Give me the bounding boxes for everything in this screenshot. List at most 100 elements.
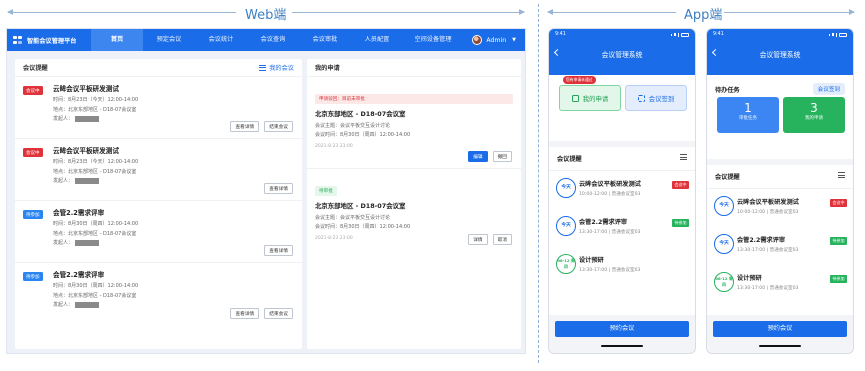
section-divider bbox=[538, 4, 539, 363]
redacted-name bbox=[75, 115, 100, 122]
meeting-reminder-panel: 会议提醒 我的会议 会议中 云眸会议平板研发测试 时间：8月23日（今天）12:… bbox=[15, 59, 302, 349]
my-applications-panel: 我的申请 申请驳回：目前未审批 北京东部地区 - D18-07会议室 会议主题：… bbox=[307, 59, 521, 349]
meeting-time-room: 13:30-17:00 | 普通会议室03 bbox=[737, 286, 799, 291]
list-item[interactable]: 今天 会管2.2需求评审 13:30-17:00 | 普通会议室03 待参加 bbox=[549, 209, 695, 247]
redacted-name bbox=[75, 239, 100, 246]
meeting-item: 会议中 云眸会议平板研发测试 时间：8月23日（今天）12:00-14:00 地… bbox=[15, 139, 302, 201]
nav-statistics[interactable]: 会议统计 bbox=[195, 29, 247, 51]
application-item: 申请驳回：目前未审批 北京东部地区 - D18-07会议室 会议主题：会议平板交… bbox=[307, 77, 521, 169]
status-badge: 待参加 bbox=[830, 275, 847, 283]
my-applications-card[interactable]: 3 我的申请 bbox=[783, 97, 845, 133]
application-item: 待审批 北京东部地区 - D18-07会议室 会议主题：会议平板交互设计讨论 会… bbox=[307, 169, 521, 251]
user-menu[interactable]: Admin ▼ bbox=[472, 35, 525, 45]
panel-title: 我的申请 bbox=[315, 65, 340, 72]
status-badge: 待参加 bbox=[23, 210, 43, 219]
view-details-button[interactable]: 查看详情 bbox=[230, 308, 260, 319]
meeting-time-room: 10:00-12:00 | 普通会议室03 bbox=[579, 192, 641, 197]
home-indicator bbox=[759, 345, 801, 347]
list-icon[interactable] bbox=[680, 154, 687, 160]
status-badge: 会议中 bbox=[672, 181, 689, 189]
reminder-header: 会议提醒 bbox=[549, 147, 695, 171]
date-badge: 今天 bbox=[714, 234, 734, 254]
clock: 9:41 bbox=[555, 32, 566, 37]
meeting-signin-button[interactable]: 会议签到 bbox=[812, 83, 845, 95]
redacted-name bbox=[75, 177, 100, 184]
battery-icon bbox=[839, 32, 847, 37]
my-meetings-label: 我的会议 bbox=[269, 65, 294, 72]
web-section-label: Web端 bbox=[245, 8, 287, 23]
app-range-arrow-left bbox=[547, 9, 676, 15]
meeting-title: 会管2.2需求评审 bbox=[53, 271, 105, 279]
app-title: 智能会议管理平台 bbox=[27, 37, 77, 45]
rejection-badge: 您有申请未通过 bbox=[563, 76, 596, 84]
meeting-time: 时间：8月23日（今天）12:00-14:00 bbox=[53, 97, 139, 103]
book-meeting-button[interactable]: 预约会议 bbox=[555, 321, 689, 337]
battery-icon bbox=[681, 32, 689, 37]
view-details-button[interactable]: 查看详情 bbox=[264, 183, 293, 194]
web-window: 智能会议管理平台 首页 预定会议 会议统计 会议查询 会议审批 人员配置 空间设… bbox=[6, 28, 526, 354]
meeting-time-room: 10:00-12:00 | 普通会议室03 bbox=[737, 210, 799, 215]
meeting-title: 云眸会议平板研发测试 bbox=[53, 147, 119, 155]
status-badge: 会议中 bbox=[23, 86, 43, 95]
web-range-arrow-right bbox=[292, 9, 525, 15]
signal-icon bbox=[828, 32, 847, 37]
panel-title: 会议提醒 bbox=[23, 65, 48, 72]
meeting-time-room: 13:30-17:00 | 普通会议室03 bbox=[579, 230, 641, 235]
my-meetings-link[interactable]: 我的会议 bbox=[259, 63, 294, 72]
book-meeting-button[interactable]: 预约会议 bbox=[713, 321, 847, 337]
logo-icon bbox=[13, 35, 22, 45]
list-item[interactable]: 今天 云眸会议平板研发测试 10:00-12:00 | 普通会议室03 会议中 bbox=[707, 189, 853, 227]
home-indicator bbox=[601, 345, 643, 347]
task-label: 审批任务 bbox=[739, 116, 757, 121]
list-item[interactable]: 08-12 周四 设计预研 13:30-17:00 | 普通会议室03 bbox=[549, 247, 695, 285]
application-icon bbox=[571, 94, 579, 102]
list-item[interactable]: 08-12 周四 设计预研 13:30-17:00 | 普通会议室03 待参加 bbox=[707, 265, 853, 303]
meeting-subject: 会议主题：会议平板交互设计讨论 bbox=[315, 215, 391, 221]
approval-tasks-card[interactable]: 1 审批任务 bbox=[717, 97, 779, 133]
list-icon[interactable] bbox=[838, 172, 845, 178]
nav-staff[interactable]: 人员配置 bbox=[351, 29, 403, 51]
nav-book-meeting[interactable]: 预定会议 bbox=[143, 29, 195, 51]
meeting-item: 待参加 会管2.2需求评审 时间：8月30日（周四）12:00-14:00 地点… bbox=[15, 201, 302, 263]
status-badge: 待参加 bbox=[672, 219, 689, 227]
submit-time: 2021-8-23 23:00 bbox=[315, 144, 353, 149]
list-item[interactable]: 今天 云眸会议平板研发测试 10:00-12:00 | 普通会议室03 会议中 bbox=[549, 171, 695, 209]
chevron-down-icon: ▼ bbox=[512, 37, 516, 43]
edit-button[interactable]: 编辑 bbox=[468, 151, 488, 162]
redacted-name bbox=[75, 301, 100, 308]
app-title: 会议管理系统 bbox=[601, 51, 643, 59]
cancel-button[interactable]: 取消 bbox=[492, 234, 512, 245]
app-logo[interactable]: 智能会议管理平台 bbox=[7, 35, 91, 45]
meeting-reminder-list: 会议提醒 今天 云眸会议平板研发测试 10:00-12:00 | 普通会议室03… bbox=[707, 165, 853, 315]
end-meeting-button[interactable]: 结束会议 bbox=[264, 308, 293, 319]
view-details-button[interactable]: 查看详情 bbox=[264, 245, 293, 256]
top-nav: 智能会议管理平台 首页 预定会议 会议统计 会议查询 会议审批 人员配置 空间设… bbox=[7, 29, 525, 51]
signal-icon bbox=[670, 32, 689, 37]
nav-space-devices[interactable]: 空间设备管理 bbox=[403, 29, 463, 51]
meeting-subject: 会议主题：会议平板交互设计讨论 bbox=[315, 123, 391, 129]
meeting-item: 会议中 云眸会议平板研发测试 时间：8月23日（今天）12:00-14:00 地… bbox=[15, 77, 302, 139]
meeting-reminder-list: 会议提醒 今天 云眸会议平板研发测试 10:00-12:00 | 普通会议室03… bbox=[549, 147, 695, 315]
list-item[interactable]: 今天 会管2.2需求评审 13:30-17:00 | 普通会议室03 待参加 bbox=[707, 227, 853, 265]
meeting-place: 地点：北京东部地区 - D18-07会议室 bbox=[53, 168, 137, 175]
withdraw-button[interactable]: 撤回 bbox=[492, 151, 512, 162]
meeting-time: 时间：8月23日（今天）12:00-14:00 bbox=[53, 159, 139, 165]
meeting-time: 时间：8月30日（周四）12:00-14:00 bbox=[53, 221, 139, 227]
nav-approval[interactable]: 会议审批 bbox=[299, 29, 351, 51]
nav-query[interactable]: 会议查询 bbox=[247, 29, 299, 51]
my-applications-button[interactable]: 我的申请 bbox=[559, 85, 621, 111]
app-screen-tasks: 9:41 会议管理系统 待办任务 会议签到 1 审批任务 3 我的申请 会议提醒… bbox=[706, 28, 854, 354]
room-title: 北京东部地区 - D18-07会议室 bbox=[315, 202, 406, 210]
view-details-button[interactable]: 查看详情 bbox=[230, 121, 260, 132]
meeting-signin-button[interactable]: 会议签到 bbox=[625, 85, 687, 111]
status-badge: 待参加 bbox=[830, 237, 847, 245]
date-badge: 今天 bbox=[556, 178, 576, 198]
meeting-title: 会管2.2需求评审 bbox=[53, 209, 105, 217]
end-meeting-button[interactable]: 结束会议 bbox=[264, 121, 293, 132]
status-badge: 待审批 bbox=[315, 186, 337, 196]
app-header: 9:41 会议管理系统 bbox=[549, 29, 695, 75]
avatar bbox=[472, 35, 483, 45]
details-button[interactable]: 详情 bbox=[468, 234, 488, 245]
app-range-arrow-right bbox=[724, 9, 855, 15]
nav-home[interactable]: 首页 bbox=[91, 29, 143, 51]
